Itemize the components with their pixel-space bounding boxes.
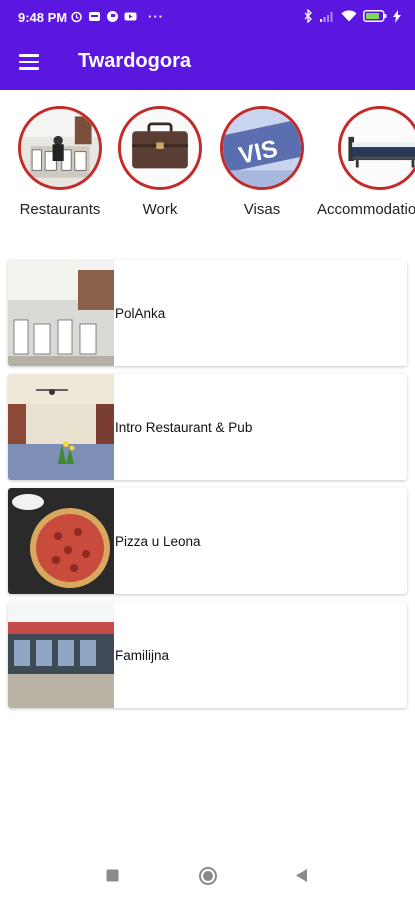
notification-icon [89,12,100,21]
charging-icon [393,9,401,23]
category-accommodation[interactable]: Accommodation [317,106,415,218]
place-name: Familijna [115,648,170,663]
pizza-photo [8,488,114,594]
pub-interior-photo [8,374,114,480]
hamburger-menu-icon[interactable] [19,52,41,72]
category-label: Work [142,201,178,218]
list-item[interactable]: Intro Restaurant & Pub [8,374,407,480]
visa-photo: VIS [220,106,304,190]
restaurant-photo [18,106,102,190]
home-icon[interactable] [198,866,218,886]
battery-icon [363,10,387,22]
status-bar: 9:48 PM ··· [0,0,415,36]
category-label: Accommodation [317,201,415,218]
status-right-icons [304,9,401,23]
category-work[interactable]: Work [110,106,210,218]
alarm-icon [71,11,82,23]
category-label: Visas [243,201,281,218]
page-title: Twardogora [78,50,191,72]
briefcase-photo [118,106,202,190]
places-list: PolAnka Intro Restaurant & Pub Pizza u L… [8,260,407,716]
system-nav-bar [0,846,415,900]
category-visas[interactable]: VIS Visas [212,106,312,218]
category-carousel[interactable]: Restaurants Work VIS Visas Accommodation [0,90,415,230]
recent-apps-icon[interactable] [106,869,119,882]
restaurant-exterior-photo [8,602,114,708]
list-item[interactable]: Pizza u Leona [8,488,407,594]
status-left-icons: ··· [70,10,164,23]
category-label: Restaurants [19,201,101,218]
list-item[interactable]: Familijna [8,602,407,708]
category-restaurants[interactable]: Restaurants [10,106,110,218]
list-item[interactable]: PolAnka [8,260,407,366]
app-icon [107,11,118,22]
bluetooth-icon [304,9,312,23]
back-icon[interactable] [295,868,308,883]
wifi-icon [341,10,357,22]
signal-icon [320,12,333,22]
youtube-icon [124,12,137,21]
place-name: Intro Restaurant & Pub [115,420,253,435]
restaurant-interior-photo [8,260,114,366]
place-name: Pizza u Leona [115,534,201,549]
place-name: PolAnka [115,306,166,321]
bed-photo [338,106,415,190]
status-time: 9:48 PM [18,10,68,25]
app-bar: Twardogora [0,36,415,90]
more-notifications-icon: ··· [148,9,164,24]
